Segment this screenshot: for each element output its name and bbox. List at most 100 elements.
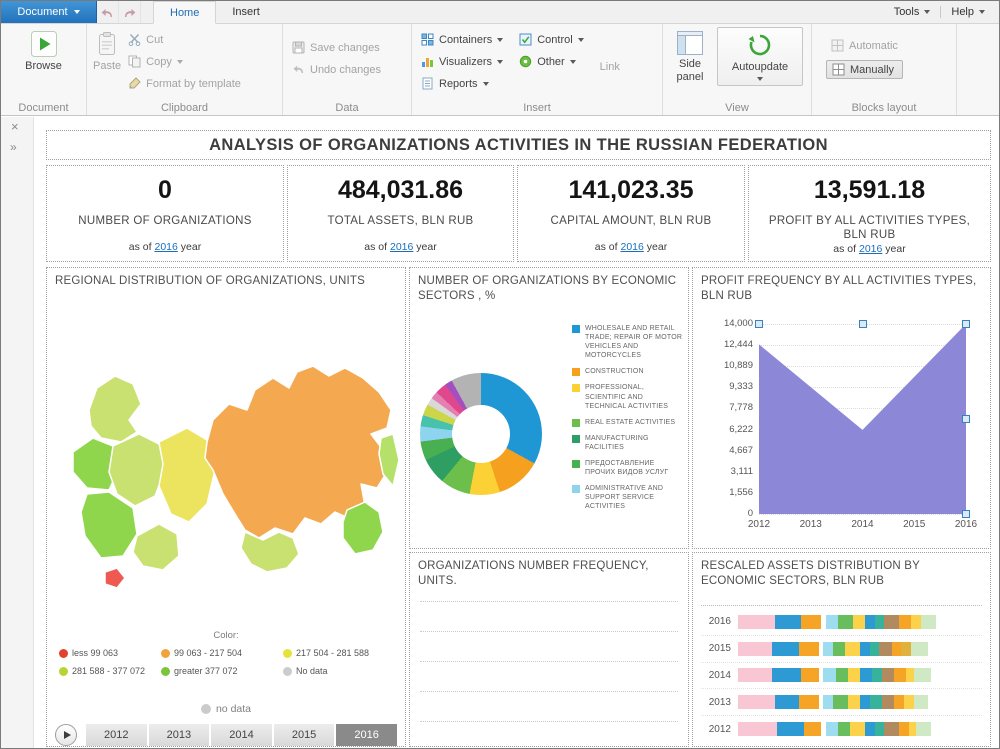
kpi-year-link[interactable]: 2016: [620, 241, 643, 253]
bar-segment: [738, 695, 775, 709]
selection-handle[interactable]: [755, 320, 763, 328]
document-menu-button[interactable]: Document: [1, 1, 97, 23]
bar-year-label: 2012: [701, 724, 731, 735]
timeline-year-2013[interactable]: 2013: [149, 724, 210, 746]
legend-label: greater 377 072: [174, 666, 238, 676]
empty-gridline: [420, 691, 678, 692]
dashboard-canvas: ANALYSIS OF ORGANIZATIONS ACTIVITIES IN …: [34, 117, 999, 748]
expand-panel-icon[interactable]: »: [10, 141, 17, 153]
donut-chart[interactable]: [420, 373, 542, 495]
side-panel-icon: [677, 31, 703, 55]
dashboard-title: ANALYSIS OF ORGANIZATIONS ACTIVITIES IN …: [209, 136, 828, 155]
copy-button[interactable]: Copy: [123, 53, 246, 70]
browse-button[interactable]: Browse: [23, 27, 64, 77]
map-legend-item: less 99 063: [59, 648, 161, 658]
help-menu[interactable]: Help: [951, 6, 985, 18]
bar-segment: [870, 642, 880, 656]
kpi-year-link[interactable]: 2016: [390, 241, 413, 253]
map-region-south-siberia[interactable]: [241, 532, 299, 572]
bar-track[interactable]: [738, 668, 982, 682]
bar-track[interactable]: [738, 642, 982, 656]
bar-track[interactable]: [738, 615, 982, 629]
bar-segment: [916, 722, 931, 736]
map-panel: REGIONAL DISTRIBUTION OF ORGANIZATIONS, …: [46, 267, 406, 747]
automatic-layout-icon: [831, 39, 844, 52]
bar-segment: [833, 695, 848, 709]
cut-button[interactable]: Cut: [123, 31, 246, 48]
russia-choropleth-map[interactable]: [47, 326, 405, 621]
map-region-south[interactable]: [133, 524, 179, 570]
legend-label: MANUFACTURING FACILITIES: [585, 434, 684, 452]
map-region-far-east[interactable]: [343, 502, 383, 554]
bar-track[interactable]: [738, 695, 982, 709]
menu-separator: [940, 6, 941, 18]
bar-year-label: 2015: [701, 643, 731, 654]
control-button[interactable]: Control: [514, 31, 588, 48]
timeline-year-2016[interactable]: 2016: [336, 724, 397, 746]
timeline-years: 20122013201420152016: [86, 724, 397, 746]
y-axis-label: 3,111: [731, 467, 753, 477]
close-icon[interactable]: ×: [11, 120, 19, 133]
reports-button[interactable]: Reports: [416, 75, 508, 92]
bar-segment: [738, 668, 772, 682]
manually-layout-button[interactable]: Manually: [826, 60, 903, 79]
map-timeline: 20122013201420152016: [55, 723, 397, 747]
tab-home[interactable]: Home: [153, 1, 216, 24]
ribbon-group-label-document: Document: [1, 102, 86, 114]
redo-button[interactable]: [119, 1, 141, 23]
ribbon-spacer: [957, 24, 999, 115]
undo-button[interactable]: [97, 1, 119, 23]
ribbon-group-label-blocks-layout: Blocks layout: [812, 102, 956, 114]
automatic-layout-button[interactable]: Automatic: [826, 37, 903, 54]
chevron-down-icon: [924, 10, 930, 14]
copy-icon: [128, 55, 141, 68]
bar-segment: [848, 695, 860, 709]
other-label: Other: [537, 56, 565, 68]
containers-icon: [421, 33, 434, 46]
link-button[interactable]: Link: [595, 59, 625, 75]
bar-segment: [911, 642, 928, 656]
autoupdate-button[interactable]: Autoupdate: [717, 27, 803, 86]
undo-changes-button[interactable]: Undo changes: [287, 61, 386, 78]
bar-segment: [882, 668, 894, 682]
selection-handle[interactable]: [962, 415, 970, 423]
area-plot[interactable]: [759, 324, 966, 514]
map-region-center-north[interactable]: [109, 434, 165, 506]
selection-handle[interactable]: [859, 320, 867, 328]
format-by-template-label: Format by template: [146, 78, 241, 90]
timeline-year-2014[interactable]: 2014: [211, 724, 272, 746]
bar-track[interactable]: [738, 722, 982, 736]
timeline-year-2012[interactable]: 2012: [86, 724, 147, 746]
kpi-year-link[interactable]: 2016: [859, 243, 882, 255]
map-region-crimea[interactable]: [105, 568, 125, 588]
kpi-value: 484,031.86: [338, 176, 463, 205]
format-by-template-button[interactable]: Format by template: [123, 75, 246, 92]
map-region-kola[interactable]: [89, 376, 141, 442]
paste-button[interactable]: Paste: [91, 27, 123, 77]
y-axis-label: 0: [748, 509, 753, 519]
redo-icon: [122, 6, 137, 19]
kpi-value: 13,591.18: [814, 176, 925, 205]
kpi-asof-suffix: year: [644, 241, 667, 253]
containers-button[interactable]: Containers: [416, 31, 508, 48]
timeline-year-2015[interactable]: 2015: [274, 724, 335, 746]
x-axis-label: 2015: [903, 519, 925, 530]
undo-icon: [100, 6, 115, 19]
selection-handle[interactable]: [962, 320, 970, 328]
other-button[interactable]: Other: [514, 53, 588, 70]
kpi-year-link[interactable]: 2016: [154, 241, 177, 253]
bar-segment: [894, 695, 904, 709]
chevron-down-icon: [497, 38, 503, 42]
bar-segment: [850, 722, 865, 736]
stacked-bar-row: 2014: [701, 663, 982, 690]
selection-handle[interactable]: [962, 510, 970, 518]
tab-insert[interactable]: Insert: [216, 1, 276, 23]
save-changes-button[interactable]: Save changes: [287, 39, 386, 56]
play-button[interactable]: [55, 724, 77, 746]
containers-label: Containers: [439, 34, 492, 46]
visualizers-button[interactable]: Visualizers: [416, 53, 508, 70]
chevron-down-icon: [578, 38, 584, 42]
kpi-asof-suffix: year: [413, 241, 436, 253]
side-panel-button[interactable]: Side panel: [667, 27, 713, 87]
tools-menu[interactable]: Tools: [894, 6, 931, 18]
